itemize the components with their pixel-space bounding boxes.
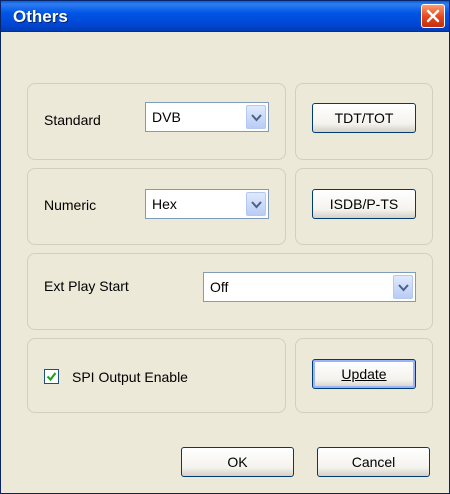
update-group: Update xyxy=(295,338,433,413)
chevron-down-icon xyxy=(251,114,262,122)
numeric-select[interactable]: Hex xyxy=(145,189,269,219)
cancel-button-label: Cancel xyxy=(351,454,396,470)
tdt-tot-group: TDT/TOT xyxy=(295,83,433,160)
numeric-label: Numeric xyxy=(44,197,97,213)
title-bar[interactable]: Others xyxy=(1,1,449,32)
isdb-group: ISDB/P-TS xyxy=(295,168,433,245)
ext-play-start-group: Ext Play Start Off xyxy=(27,253,433,330)
dialog-title: Others xyxy=(13,7,68,26)
ok-button[interactable]: OK xyxy=(181,447,294,477)
others-dialog: Others Standard DVB TDT/TOT Numeric Hex xyxy=(0,0,450,494)
spi-output-enable-checkbox[interactable] xyxy=(44,369,59,384)
spi-output-group: SPI Output Enable xyxy=(27,338,286,413)
isdb-p-ts-button-label: ISDB/P-TS xyxy=(329,196,399,212)
numeric-dropdown-button[interactable] xyxy=(246,192,266,216)
chevron-down-icon xyxy=(251,201,262,209)
numeric-select-value: Hex xyxy=(152,196,177,212)
ok-button-label: OK xyxy=(227,454,248,470)
standard-label: Standard xyxy=(44,112,101,128)
ext-play-start-label: Ext Play Start xyxy=(44,278,129,294)
standard-group: Standard DVB xyxy=(27,83,286,160)
ext-play-start-select-value: Off xyxy=(210,279,229,295)
standard-dropdown-button[interactable] xyxy=(246,105,266,129)
close-button[interactable] xyxy=(421,4,445,28)
isdb-p-ts-button[interactable]: ISDB/P-TS xyxy=(312,189,416,219)
tdt-tot-button-label: TDT/TOT xyxy=(334,110,394,126)
ext-play-start-select[interactable]: Off xyxy=(203,272,416,302)
check-icon xyxy=(46,372,57,382)
update-button-label: Update xyxy=(341,366,387,382)
ext-play-start-dropdown-button[interactable] xyxy=(393,275,413,299)
numeric-group: Numeric Hex xyxy=(27,168,286,245)
spi-output-enable-label[interactable]: SPI Output Enable xyxy=(72,369,188,385)
standard-select[interactable]: DVB xyxy=(145,102,269,132)
cancel-button[interactable]: Cancel xyxy=(317,447,430,477)
close-icon xyxy=(426,9,440,23)
standard-select-value: DVB xyxy=(152,109,181,125)
chevron-down-icon xyxy=(398,284,409,292)
update-button[interactable]: Update xyxy=(312,359,416,389)
tdt-tot-button[interactable]: TDT/TOT xyxy=(312,103,416,133)
